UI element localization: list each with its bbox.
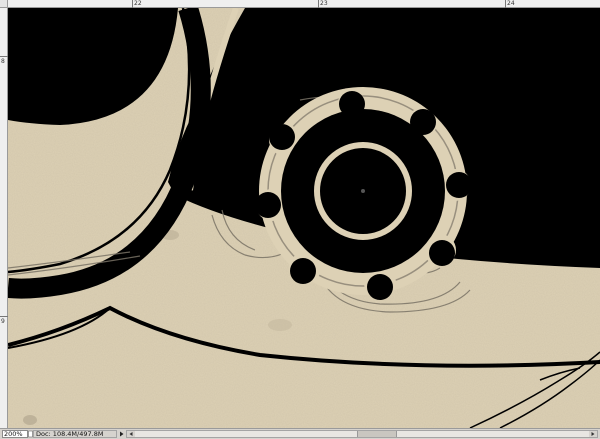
scroll-right-button[interactable] xyxy=(589,431,597,437)
horizontal-scrollbar[interactable] xyxy=(126,430,598,438)
paper-stain xyxy=(23,415,37,425)
zoom-level-field[interactable]: 200% xyxy=(2,430,28,438)
ruler-label-23: 23 xyxy=(320,0,328,7)
ruler-label-22: 22 xyxy=(134,0,142,7)
triangle-left-icon xyxy=(129,432,133,436)
triangle-right-icon[interactable] xyxy=(118,430,125,438)
ruler-origin[interactable] xyxy=(0,0,8,8)
ruler-vertical[interactable]: 8 9 xyxy=(0,8,8,428)
ruler-major-tick xyxy=(0,316,8,317)
paper-stain xyxy=(268,319,292,331)
ruler-horizontal[interactable]: 22 23 24 xyxy=(0,0,600,8)
ruler-major-tick xyxy=(505,0,506,8)
ruler-major-tick xyxy=(0,56,8,57)
ruler-label-24: 24 xyxy=(507,0,515,7)
image-editor-window: 22 23 24 8 9 200% Doc: 108.4M/497.8M xyxy=(0,0,600,439)
ruler-label-8: 8 xyxy=(1,58,5,65)
status-bar: 200% Doc: 108.4M/497.8M xyxy=(0,428,600,439)
ruler-major-tick xyxy=(132,0,133,8)
ruler-label-9: 9 xyxy=(1,318,5,325)
artwork xyxy=(8,8,600,428)
document-canvas[interactable] xyxy=(8,8,600,428)
scroll-thumb[interactable] xyxy=(357,431,397,437)
triangle-right-icon xyxy=(591,432,595,436)
scroll-left-button[interactable] xyxy=(127,431,135,437)
document-size-info: Doc: 108.4M/497.8M xyxy=(33,430,117,438)
ruler-major-tick xyxy=(318,0,319,8)
